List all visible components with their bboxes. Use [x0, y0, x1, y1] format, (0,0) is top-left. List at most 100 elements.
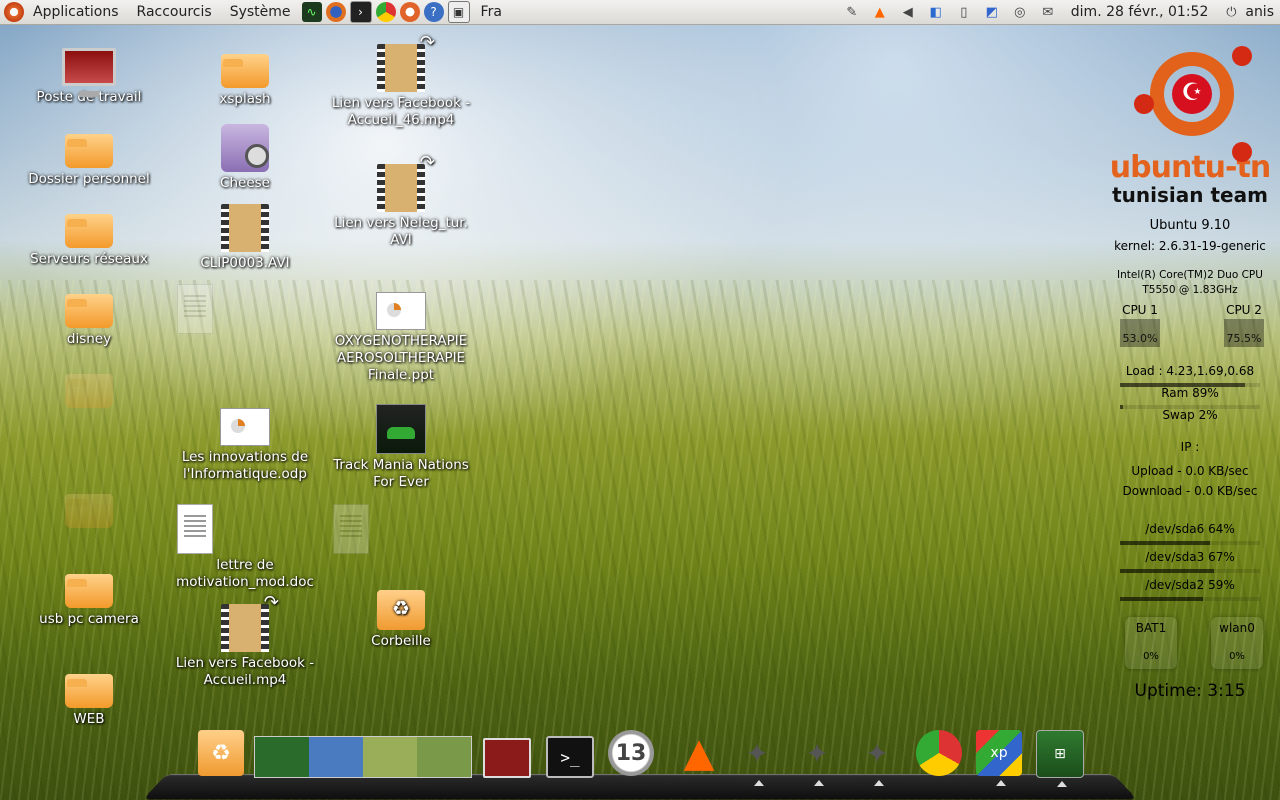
presentation-icon: [220, 408, 270, 446]
clock-badge: 13: [615, 740, 647, 766]
desktop-icon-home[interactable]: Dossier personnel: [14, 124, 164, 188]
desktop-icon-network[interactable]: Serveurs réseaux: [14, 204, 164, 268]
user-name[interactable]: anis: [1245, 4, 1280, 20]
menu-systeme[interactable]: Système: [221, 4, 300, 20]
dock-gimp-icon[interactable]: ✦: [794, 730, 840, 786]
icon-label: Lien vers Facebook - Accueil.mp4: [175, 655, 315, 688]
terminal-icon[interactable]: ›: [349, 1, 372, 23]
running-indicator: [754, 780, 764, 786]
desktop-icon-neleg[interactable]: ↷ Lien vers Neleg_tur. AVI: [326, 154, 476, 249]
desktop-icon-cheese[interactable]: Cheese: [170, 124, 320, 192]
upload-speed: Upload - 0.0 KB/sec: [1131, 464, 1249, 478]
desktop-icon-xsplash[interactable]: xsplash: [170, 44, 320, 108]
disk-sda3: /dev/sda3 67%: [1145, 550, 1235, 564]
icon-label: usb pc camera: [39, 611, 139, 627]
dock-clock-icon[interactable]: 13: [608, 730, 654, 776]
system-monitor-icon[interactable]: ∿: [301, 2, 322, 22]
cpu1-value: 53.0%: [1120, 319, 1160, 347]
icon-label: Track Mania Nations For Ever: [333, 457, 469, 490]
desktop-icon-hidden[interactable]: [14, 484, 164, 531]
sda3-bar: [1120, 569, 1260, 573]
desktop-icon-hidden[interactable]: [14, 364, 164, 411]
dock-gimp-icon[interactable]: ✦: [854, 730, 900, 786]
desktop-icon-trackmania[interactable]: Track Mania Nations For Ever: [326, 404, 476, 491]
desktop-icon-usb-camera[interactable]: usb pc camera: [14, 564, 164, 628]
desktop-icon-hidden[interactable]: [326, 504, 476, 557]
trash-icon: [377, 590, 425, 630]
icon-label: Serveurs réseaux: [30, 251, 148, 267]
sda2-bar-fill: [1120, 597, 1203, 601]
battery-icon[interactable]: ▯: [955, 3, 973, 21]
dock-chrome-icon[interactable]: [916, 730, 962, 776]
swap-bar-fill: [1120, 405, 1123, 409]
folder-icon: [221, 54, 269, 88]
vlc-tray-icon[interactable]: ▲: [871, 3, 889, 21]
clock[interactable]: dim. 28 févr., 01:52: [1062, 4, 1218, 20]
link-arrow-icon: ↷: [419, 32, 435, 53]
screenshot-icon[interactable]: ▣: [447, 1, 470, 23]
tools-icon[interactable]: ✎: [843, 3, 861, 21]
wlan-widget: wlan0 0%: [1211, 617, 1263, 669]
desktop-icon-hidden[interactable]: [170, 284, 320, 337]
desktop-icon-facebook[interactable]: ↷ Lien vers Facebook - Accueil.mp4: [170, 594, 320, 689]
mail-icon[interactable]: ✉: [1039, 3, 1057, 21]
icon-label: WEB: [73, 711, 105, 727]
wlan-label: wlan0: [1219, 621, 1255, 635]
chrome-icon[interactable]: [375, 2, 396, 22]
brand-subtitle: tunisian team: [1112, 183, 1268, 207]
document-icon: [177, 504, 213, 554]
menu-applications[interactable]: Applications: [24, 4, 128, 20]
desktop-icon-lettre[interactable]: lettre de motivation_mod.doc: [170, 504, 320, 591]
video-link-icon: ↷: [221, 594, 279, 652]
network-folder-icon: [65, 214, 113, 248]
desktop-icon-disney[interactable]: disney: [14, 284, 164, 348]
icon-label: Corbeille: [371, 633, 431, 649]
desktop-icon-facebook-46[interactable]: ↷ Lien vers Facebook - Accueil_46.mp4: [326, 34, 476, 129]
cpu-model-2: T5550 @ 1.83GHz: [1142, 284, 1238, 296]
ubuntu-tweak-icon[interactable]: [399, 2, 420, 22]
disk-sda2: /dev/sda2 59%: [1145, 578, 1235, 592]
presentation-icon: [376, 292, 426, 330]
network-icon[interactable]: ◩: [983, 3, 1001, 21]
cpu1-label: CPU 1: [1122, 303, 1158, 317]
dock-network-icon[interactable]: ⊞: [1036, 730, 1084, 787]
dock-vlc-icon[interactable]: ▲: [676, 730, 722, 776]
logo-dot: [1232, 46, 1252, 66]
dock-trash-icon[interactable]: ♻: [198, 730, 244, 776]
logo-dot: [1232, 142, 1252, 162]
workspace-switcher-icon[interactable]: [254, 736, 472, 778]
icon-label: OXYGENOTHERAPIE AEROSOLTHERAPIE Finale.p…: [334, 333, 468, 383]
desktop-icon-web[interactable]: WEB: [14, 664, 164, 728]
ram-bar: [1120, 383, 1260, 387]
power-icon[interactable]: ⏻: [1222, 3, 1240, 21]
video-icon: [221, 204, 269, 252]
volume-icon[interactable]: ◀: [899, 3, 917, 21]
desktop-icon-oxygeno[interactable]: OXYGENOTHERAPIE AEROSOLTHERAPIE Finale.p…: [326, 288, 476, 384]
folder-icon: [65, 574, 113, 608]
sync-icon[interactable]: ◎: [1011, 3, 1029, 21]
update-icon[interactable]: ◧: [927, 3, 945, 21]
desktop-icon-computer[interactable]: Poste de travail: [14, 44, 164, 106]
link-arrow-icon: ↷: [419, 152, 435, 173]
keyboard-layout[interactable]: Fra: [472, 4, 511, 20]
download-speed: Download - 0.0 KB/sec: [1122, 484, 1258, 498]
running-indicator: [996, 780, 1006, 786]
dock-terminal-icon[interactable]: >_: [546, 736, 594, 778]
dock-window-icon[interactable]: [483, 738, 531, 778]
battery-label: BAT1: [1135, 621, 1167, 635]
folder-icon: [65, 374, 113, 408]
tunisia-flag-icon: [1172, 74, 1212, 114]
dock-gimp-icon[interactable]: ✦: [734, 730, 780, 786]
ubuntu-logo-icon[interactable]: [4, 2, 24, 22]
top-panel: Applications Raccourcis Système ∿ › ? ▣ …: [0, 0, 1280, 25]
folder-icon: [65, 294, 113, 328]
help-icon[interactable]: ?: [423, 2, 444, 22]
desktop-icon-innovations[interactable]: Les innovations de l'Informatique.odp: [170, 404, 320, 483]
dock-windows-xp-icon[interactable]: xp: [976, 730, 1022, 786]
sda2-bar: [1120, 597, 1260, 601]
status-badges: BAT1 0% wlan0 0%: [1100, 617, 1280, 669]
firefox-icon[interactable]: [325, 2, 346, 22]
desktop-icon-clip[interactable]: CLIP0003.AVI: [170, 204, 320, 272]
desktop-icon-trash[interactable]: Corbeille: [326, 584, 476, 650]
menu-raccourcis[interactable]: Raccourcis: [128, 4, 221, 20]
